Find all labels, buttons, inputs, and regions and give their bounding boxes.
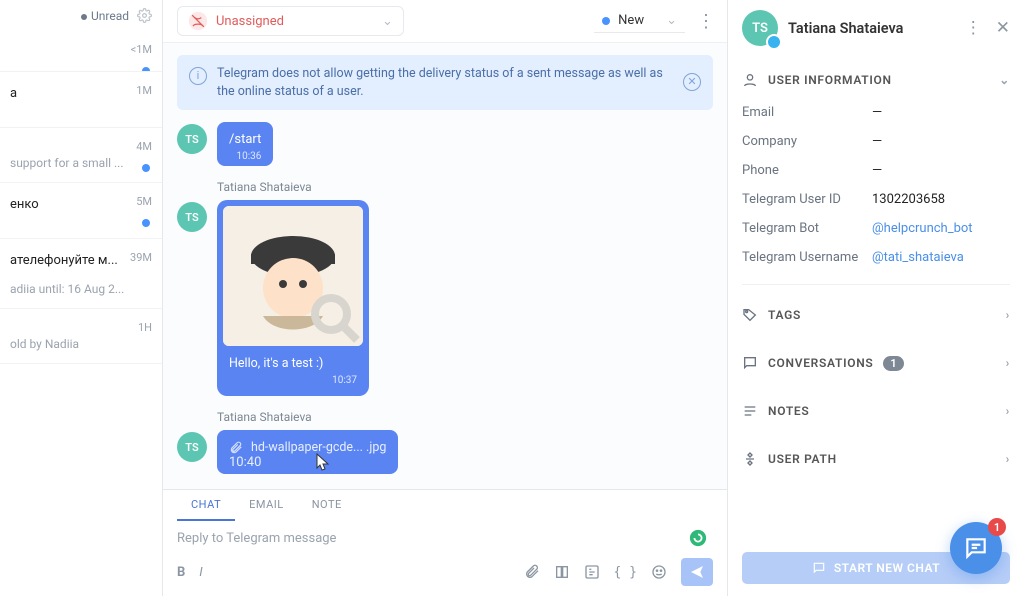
banner-text: Telegram does not allow getting the deli…	[217, 66, 663, 99]
tab-email[interactable]: EMAIL	[235, 490, 298, 521]
section-conversations[interactable]: CONVERSATIONS 1 ›	[742, 345, 1010, 381]
list-item[interactable]: 5M енко	[0, 183, 162, 239]
conversations-count: 1	[883, 356, 904, 371]
chat-icon	[812, 561, 826, 575]
composer: CHAT EMAIL NOTE B I	[163, 489, 727, 596]
avatar: TS	[742, 10, 778, 46]
chevron-down-icon: ⌄	[999, 73, 1010, 87]
tab-chat[interactable]: CHAT	[177, 490, 235, 521]
telegram-bot-link[interactable]: @helpcrunch_bot	[872, 221, 973, 236]
user-name: Tatiana Shataieva	[788, 20, 903, 37]
list-item[interactable]: <1M	[0, 31, 162, 72]
message-time: 10:37	[223, 373, 363, 390]
status-dot-icon	[602, 17, 610, 25]
italic-button[interactable]: I	[199, 565, 202, 580]
telegram-user-link[interactable]: @tati_shataieva	[872, 250, 964, 265]
list-item-time: 1H	[138, 321, 152, 334]
paperclip-icon[interactable]	[524, 564, 540, 580]
unread-dot-icon	[142, 164, 150, 172]
grammarly-icon[interactable]	[689, 529, 707, 547]
close-icon[interactable]: ✕	[996, 18, 1010, 38]
status-label: New	[618, 13, 644, 28]
list-item[interactable]: 4M support for a small ...	[0, 128, 162, 183]
avatar: TS	[177, 432, 207, 462]
chat-widget-fab[interactable]: 1	[950, 522, 1002, 574]
image-placeholder	[223, 206, 363, 346]
chevron-right-icon: ›	[1006, 452, 1010, 466]
more-icon[interactable]: ⋮	[697, 11, 713, 32]
list-item-sub: adiia until: 16 Aug 2...	[10, 282, 152, 296]
chevron-down-icon: ⌄	[666, 13, 677, 28]
message-text: /start	[229, 132, 261, 147]
section-tags[interactable]: TAGS›	[742, 297, 1010, 333]
info-banner: i Telegram does not allow getting the de…	[177, 55, 713, 110]
reply-input[interactable]	[177, 531, 659, 546]
assignee-dropdown[interactable]: Unassigned ⌄	[177, 6, 404, 36]
list-item-time: 5M	[136, 195, 152, 208]
send-button[interactable]	[681, 558, 713, 586]
section-user-path[interactable]: USER PATH›	[742, 441, 1010, 477]
message-text: Hello, it's a test :)	[223, 346, 363, 373]
close-icon[interactable]: ✕	[683, 73, 701, 91]
paperclip-icon	[229, 441, 243, 455]
conversation-list: Unread <1M 1M a 4M support for a small .…	[0, 0, 163, 596]
list-item-time: 4M	[136, 140, 152, 153]
section-user-info[interactable]: USER INFORMATION ⌄	[742, 62, 1010, 98]
list-item[interactable]: 1H old by Nadiia	[0, 309, 162, 364]
chat-panel: Unassigned ⌄ New ⌄ ⋮ i Telegram does not…	[163, 0, 728, 596]
unread-filter[interactable]: Unread	[81, 9, 129, 23]
person-icon	[742, 72, 758, 88]
tag-icon	[742, 307, 758, 323]
list-item-title: a	[10, 86, 152, 101]
path-icon	[742, 451, 758, 467]
bold-button[interactable]: B	[177, 565, 185, 580]
image-message[interactable]: Hello, it's a test :) 10:37	[217, 200, 369, 396]
list-item-title: енко	[10, 197, 152, 212]
tab-note[interactable]: NOTE	[298, 490, 356, 521]
avatar: TS	[177, 202, 207, 232]
list-item-time: <1M	[131, 43, 152, 56]
chevron-right-icon: ›	[1006, 356, 1010, 370]
list-item-time: 1M	[136, 84, 152, 97]
info-icon: i	[189, 67, 207, 85]
assignee-label: Unassigned	[216, 14, 284, 29]
message-list: TS /start 10:36 Tatiana Shataieva TS Hel…	[163, 122, 727, 489]
section-notes[interactable]: NOTES›	[742, 393, 1010, 429]
chevron-right-icon: ›	[1006, 404, 1010, 418]
user-panel: TS Tatiana Shataieva ⋮ ✕ USER INFORMATIO…	[728, 0, 1024, 596]
sender-name: Tatiana Shataieva	[217, 180, 713, 194]
list-item-sub: support for a small ...	[10, 156, 152, 170]
notes-icon	[742, 403, 758, 419]
avatar: TS	[177, 124, 207, 154]
code-icon[interactable]: { }	[614, 565, 637, 580]
emoji-icon[interactable]	[651, 564, 667, 580]
more-icon[interactable]: ⋮	[965, 18, 982, 38]
cursor-icon	[315, 452, 331, 472]
telegram-badge-icon	[766, 34, 782, 50]
list-item-time: 39M	[130, 251, 152, 264]
list-item[interactable]: 1M a	[0, 72, 162, 128]
list-item-sub: old by Nadiia	[10, 337, 152, 351]
file-message[interactable]: hd-wallpaper-gcde... .jpg 10:40	[217, 430, 398, 474]
snippet-icon[interactable]	[554, 564, 570, 580]
chat-icon	[742, 355, 758, 371]
status-dropdown[interactable]: New ⌄	[594, 9, 685, 33]
list-item[interactable]: 39M ателефонуйте м... adiia until: 16 Au…	[0, 239, 162, 309]
message-time: 10:36	[229, 151, 261, 162]
gear-icon[interactable]	[137, 8, 152, 23]
unassigned-icon	[188, 11, 208, 31]
chevron-right-icon: ›	[1006, 308, 1010, 322]
message-bubble[interactable]: /start 10:36	[217, 122, 273, 166]
unread-dot-icon	[142, 219, 150, 227]
fab-badge: 1	[988, 518, 1006, 536]
chevron-down-icon: ⌄	[382, 14, 393, 29]
template-icon[interactable]	[584, 564, 600, 580]
sender-name: Tatiana Shataieva	[217, 410, 713, 424]
message-time: 10:40	[229, 455, 386, 470]
